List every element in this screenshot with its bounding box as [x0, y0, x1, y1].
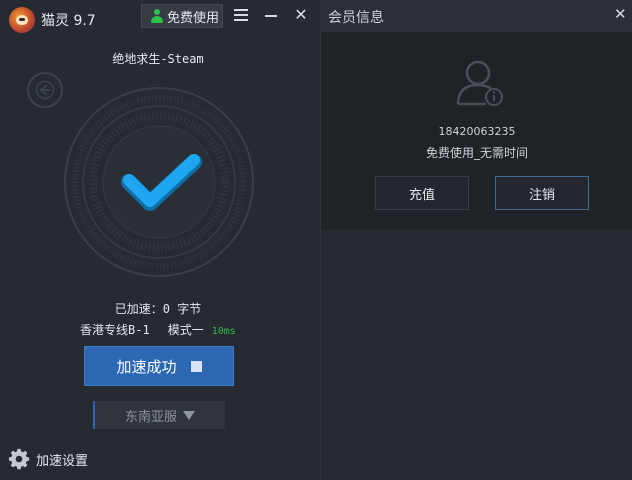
app-name: 猫灵 9.7 — [41, 13, 96, 29]
user-icon — [151, 9, 163, 23]
gear-icon — [8, 448, 30, 470]
title-bar[interactable]: 猫灵 9.7 免费使用 ✕ — [0, 0, 320, 36]
member-header: 会员信息 ✕ — [321, 0, 632, 32]
free-use-label: 免费使用 — [167, 10, 220, 26]
ping-value: 10ms — [211, 326, 236, 337]
route-name: 香港专线B-1 — [80, 323, 150, 337]
accelerate-button[interactable]: 加速成功 — [84, 346, 234, 386]
plan-status: 免费使用_无需时间 — [425, 146, 528, 160]
logout-button[interactable]: 注销 — [495, 176, 589, 210]
close-icon[interactable]: ✕ — [294, 7, 308, 23]
menu-icon[interactable] — [234, 9, 248, 23]
back-icon[interactable] — [27, 72, 63, 108]
app-logo — [9, 7, 35, 33]
settings-label: 加速设置 — [36, 453, 89, 469]
region-select[interactable]: 东南亚服 — [93, 401, 225, 429]
game-title: 绝地求生-Steam — [112, 52, 204, 66]
phone-number: 18420063235 — [438, 125, 516, 138]
status-dial — [64, 87, 254, 277]
member-body: 18420063235 免费使用_无需时间 充值 注销 — [321, 32, 632, 230]
accel-status: 已加速：0 字节 — [114, 302, 202, 316]
free-use-button[interactable]: 免费使用 — [141, 4, 223, 28]
mode-label: 模式一 — [167, 323, 204, 337]
avatar-icon — [456, 60, 503, 106]
route-info: 香港专线B-1 模式一 10ms — [80, 321, 236, 338]
region-label: 东南亚服 — [124, 409, 177, 425]
accel-settings-button[interactable]: 加速设置 — [8, 448, 88, 470]
recharge-button[interactable]: 充值 — [375, 176, 469, 210]
accelerate-label: 加速成功 — [116, 357, 177, 376]
stop-icon — [190, 360, 202, 372]
member-panel: 会员信息 ✕ 18420063235 免费使用_无需时间 充值 注销 — [320, 0, 632, 480]
main-panel: 猫灵 9.7 免费使用 ✕ 绝地求生-Steam 已加速：0 字节 香港专线B-… — [0, 0, 320, 480]
triangle-down-icon — [183, 410, 195, 420]
close-icon[interactable]: ✕ — [614, 5, 627, 23]
minimize-icon[interactable] — [265, 15, 277, 17]
member-title: 会员信息 — [328, 10, 384, 26]
